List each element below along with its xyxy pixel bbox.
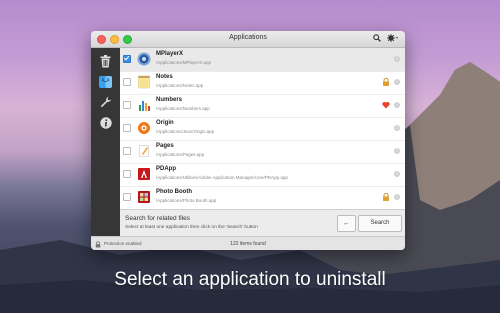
lock-icon bbox=[383, 78, 389, 86]
app-path: /Applications/MPlayerX.app bbox=[156, 60, 212, 65]
info-icon[interactable]: i bbox=[394, 79, 400, 85]
search-panel: Search for related files Select at least… bbox=[120, 209, 405, 237]
app-path: /Applications/Jeux/Origin.app bbox=[156, 129, 215, 134]
info-icon[interactable]: i bbox=[394, 125, 400, 131]
info-icon[interactable]: i bbox=[394, 102, 400, 108]
info-icon[interactable]: i bbox=[394, 194, 400, 200]
window-title: Applications bbox=[229, 34, 267, 41]
select-checkbox[interactable] bbox=[123, 78, 131, 86]
app-path: /Applications/Numbers.app bbox=[156, 106, 210, 111]
heart-icon bbox=[382, 102, 390, 109]
app-name: Origin bbox=[156, 120, 174, 126]
search-icon[interactable] bbox=[373, 34, 381, 44]
app-path: /Applications/Notes.app bbox=[156, 83, 204, 88]
app-path: /Applications/Pages.app bbox=[156, 152, 205, 157]
select-checkbox[interactable] bbox=[123, 55, 131, 63]
list-item[interactable]: MPlayerX /Applications/MPlayerX.app i bbox=[120, 48, 405, 72]
select-checkbox[interactable] bbox=[123, 124, 131, 132]
info-icon[interactable]: i bbox=[394, 148, 400, 154]
notes-icon bbox=[138, 75, 150, 89]
applications-window: Applications MPlayerX /Applications/MPla… bbox=[91, 31, 405, 250]
info-icon[interactable] bbox=[98, 115, 113, 130]
hint-title: Search for related files bbox=[125, 215, 191, 222]
trash-icon[interactable] bbox=[98, 54, 113, 69]
lock-icon bbox=[383, 193, 389, 201]
select-checkbox[interactable] bbox=[123, 101, 131, 109]
wrench-icon[interactable] bbox=[98, 94, 113, 109]
application-list[interactable]: MPlayerX /Applications/MPlayerX.app i No… bbox=[120, 48, 405, 209]
finder-icon[interactable] bbox=[98, 74, 113, 89]
app-path: /Applications/Utilities/Adobe Applicatio… bbox=[156, 175, 288, 180]
pages-icon bbox=[139, 145, 149, 157]
sidebar bbox=[91, 48, 120, 250]
select-checkbox[interactable] bbox=[123, 193, 131, 201]
select-checkbox[interactable] bbox=[123, 147, 131, 155]
search-button[interactable]: Search bbox=[358, 215, 402, 232]
status-bar: Protection enabled 122 items found bbox=[91, 236, 405, 250]
items-count: 122 items found bbox=[230, 241, 266, 247]
app-name: MPlayerX bbox=[156, 51, 184, 57]
hint-subtitle: Select at least one application then cli… bbox=[125, 225, 258, 230]
pdapp-icon bbox=[138, 168, 150, 180]
info-icon[interactable]: i bbox=[394, 171, 400, 177]
app-name: PDApp bbox=[156, 166, 176, 172]
mplayerx-icon bbox=[137, 52, 151, 66]
app-name: Pages bbox=[156, 143, 174, 149]
app-name: Notes bbox=[156, 74, 173, 80]
title-bar: Applications bbox=[91, 31, 405, 48]
gear-icon[interactable] bbox=[387, 34, 399, 44]
info-icon[interactable]: i bbox=[394, 56, 400, 62]
numbers-icon bbox=[139, 101, 150, 111]
app-path: /Applications/Photo Booth.app bbox=[156, 198, 217, 203]
list-item[interactable]: Origin /Applications/Jeux/Origin.app i bbox=[120, 117, 405, 141]
caption-text: Select an application to uninstall bbox=[114, 269, 386, 290]
list-item[interactable]: PDApp /Applications/Utilities/Adobe Appl… bbox=[120, 163, 405, 187]
app-name: Numbers bbox=[156, 97, 183, 103]
select-checkbox[interactable] bbox=[123, 170, 131, 178]
list-item[interactable]: Numbers /Applications/Numbers.app i bbox=[120, 94, 405, 118]
list-item[interactable]: Pages /Applications/Pages.app i bbox=[120, 140, 405, 164]
list-item[interactable]: Notes /Applications/Notes.app i bbox=[120, 71, 405, 95]
origin-icon bbox=[138, 122, 150, 134]
photobooth-icon bbox=[138, 191, 150, 203]
list-item[interactable]: Photo Booth /Applications/Photo Booth.ap… bbox=[120, 186, 405, 209]
app-name: Photo Booth bbox=[156, 189, 192, 195]
back-button[interactable]: ← bbox=[337, 215, 356, 232]
